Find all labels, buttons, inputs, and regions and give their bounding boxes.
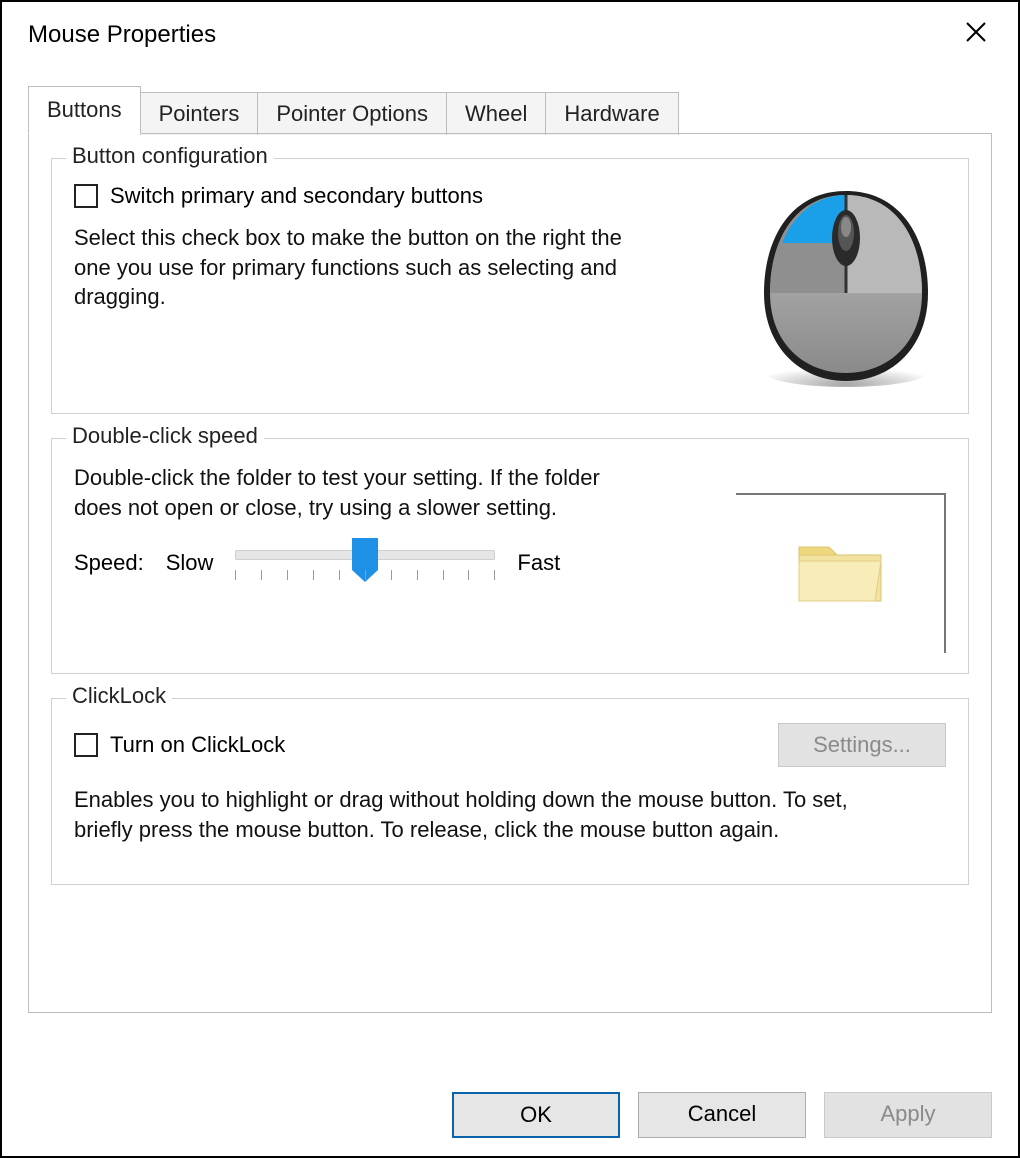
group-title-clicklock: ClickLock (66, 683, 172, 709)
speed-label: Speed: (74, 550, 144, 576)
tab-wheel[interactable]: Wheel (446, 92, 546, 135)
dialog-body: Buttons Pointers Pointer Options Wheel H… (2, 60, 1018, 1013)
speed-slider-row: Speed: Slow Fast (74, 540, 716, 586)
ok-button[interactable]: OK (452, 1092, 620, 1138)
group-double-click-speed: Double-click speed Double-click the fold… (51, 438, 969, 674)
slow-label: Slow (166, 550, 214, 576)
double-click-description: Double-click the folder to test your set… (74, 463, 634, 522)
checkbox-icon (74, 184, 98, 208)
clicklock-settings-button: Settings... (778, 723, 946, 767)
slider-thumb[interactable] (352, 538, 378, 570)
cancel-button[interactable]: Cancel (638, 1092, 806, 1138)
double-click-speed-slider[interactable] (235, 540, 495, 586)
switch-buttons-checkbox[interactable]: Switch primary and secondary buttons (74, 183, 726, 209)
tab-panel-buttons: Button configuration Switch primary and … (28, 133, 992, 1013)
titlebar: Mouse Properties (2, 2, 1018, 60)
apply-button: Apply (824, 1092, 992, 1138)
group-title-button-configuration: Button configuration (66, 143, 274, 169)
slider-ticks (235, 570, 495, 580)
fast-label: Fast (517, 550, 560, 576)
clicklock-description: Enables you to highlight or drag without… (74, 785, 894, 844)
window-title: Mouse Properties (28, 21, 216, 49)
tab-hardware[interactable]: Hardware (545, 92, 678, 135)
tab-pointer-options[interactable]: Pointer Options (257, 92, 447, 135)
double-click-test-area[interactable] (736, 493, 946, 653)
group-button-configuration: Button configuration Switch primary and … (51, 158, 969, 414)
group-title-double-click: Double-click speed (66, 423, 264, 449)
close-icon (964, 20, 988, 44)
mouse-icon (746, 183, 946, 393)
mouse-illustration (746, 183, 946, 393)
clicklock-checkbox-label: Turn on ClickLock (110, 732, 285, 758)
button-config-description: Select this check box to make the button… (74, 223, 634, 312)
tab-strip: Buttons Pointers Pointer Options Wheel H… (28, 86, 992, 134)
tab-buttons[interactable]: Buttons (28, 86, 141, 134)
tab-pointers[interactable]: Pointers (140, 92, 259, 135)
mouse-properties-dialog: Mouse Properties Buttons Pointers Pointe… (0, 0, 1020, 1158)
folder-icon (795, 539, 885, 609)
clicklock-checkbox[interactable]: Turn on ClickLock (74, 732, 285, 758)
switch-buttons-label: Switch primary and secondary buttons (110, 183, 483, 209)
checkbox-icon (74, 733, 98, 757)
close-button[interactable] (956, 16, 996, 54)
dialog-footer: OK Cancel Apply (452, 1092, 992, 1138)
group-clicklock: ClickLock Turn on ClickLock Settings... … (51, 698, 969, 885)
